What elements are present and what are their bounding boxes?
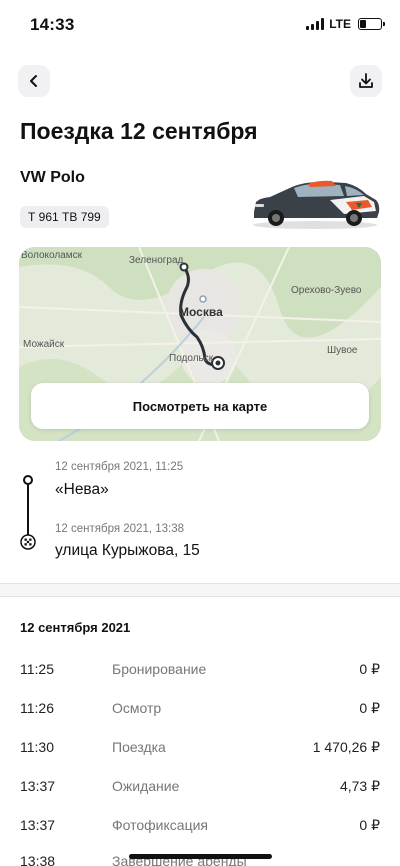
details-date: 12 сентября 2021 [20, 620, 131, 635]
chevron-left-icon [30, 75, 37, 87]
detail-name: Поездка [112, 739, 166, 755]
detail-value: 4,73 ₽ [339, 778, 380, 794]
detail-name: Осмотр [112, 700, 162, 716]
map-label-mozhaysk: Можайск [23, 339, 65, 350]
status-indicators: LTE [306, 17, 385, 31]
detail-row: 11:30 Поездка 1 470,26 ₽ [0, 739, 400, 759]
map-label-moscow: Москва [179, 305, 223, 319]
detail-name: Фотофиксация [112, 817, 208, 833]
detail-value: 0 ₽ [359, 817, 380, 833]
battery-level [360, 20, 366, 28]
route-end-time: 12 сентября 2021, 13:38 [55, 523, 185, 535]
car-model: VW Polo [20, 169, 85, 186]
status-bar: 14:33 LTE [0, 0, 400, 48]
detail-row: 11:25 Бронирование 0 ₽ [0, 661, 400, 681]
network-label: LTE [329, 17, 351, 31]
section-divider [0, 596, 400, 597]
license-plate: Т 961 ТВ 799 [20, 206, 109, 228]
section-gap [0, 584, 400, 596]
download-icon [359, 73, 373, 88]
route-end-place: улица Курыжова, 15 [55, 542, 200, 559]
detail-value: 1 470,26 ₽ [312, 739, 380, 755]
detail-row: 13:37 Фотофиксация 0 ₽ [0, 817, 400, 837]
map-label-orekhovo: Орехово-Зуево [291, 285, 362, 296]
page-title: Поездка 12 сентября [20, 118, 258, 144]
detail-value: 0 ₽ [359, 700, 380, 716]
status-time: 14:33 [30, 15, 75, 34]
route-start-time: 12 сентября 2021, 11:25 [55, 461, 184, 473]
map-label-zelenograd: Зеленоград [129, 255, 184, 266]
view-on-map-button[interactable]: Посмотреть на карте [31, 383, 369, 429]
detail-time: 11:26 [20, 700, 54, 716]
route-line [27, 484, 29, 536]
map-label-podolsk: Подольск [169, 353, 214, 364]
detail-row: 11:26 Осмотр 0 ₽ [0, 700, 400, 720]
route-start-place: «Нева» [55, 481, 109, 498]
download-button[interactable] [350, 65, 382, 97]
detail-time: 11:30 [20, 739, 54, 755]
car-image [253, 180, 380, 229]
detail-name: Бронирование [112, 661, 207, 677]
map-label-shuvoe: Шувое [327, 345, 358, 356]
back-button[interactable] [18, 65, 50, 97]
battery-icon [358, 18, 385, 30]
detail-time: 13:38 [20, 853, 56, 866]
detail-value: 0 ₽ [359, 661, 380, 677]
signal-icon [306, 18, 325, 30]
detail-time: 13:37 [20, 778, 56, 794]
route-map[interactable]: Волоколамск Зеленоград Москва Орехово-Зу… [19, 247, 381, 441]
detail-time: 13:37 [20, 817, 56, 833]
detail-row: 13:37 Ожидание 4,73 ₽ [0, 778, 400, 798]
detail-name: Ожидание [112, 778, 180, 794]
home-indicator[interactable] [129, 854, 272, 859]
detail-time: 11:25 [20, 661, 54, 677]
map-label-volokolamsk: Волоколамск [21, 250, 82, 261]
finish-flag-icon [20, 534, 36, 550]
